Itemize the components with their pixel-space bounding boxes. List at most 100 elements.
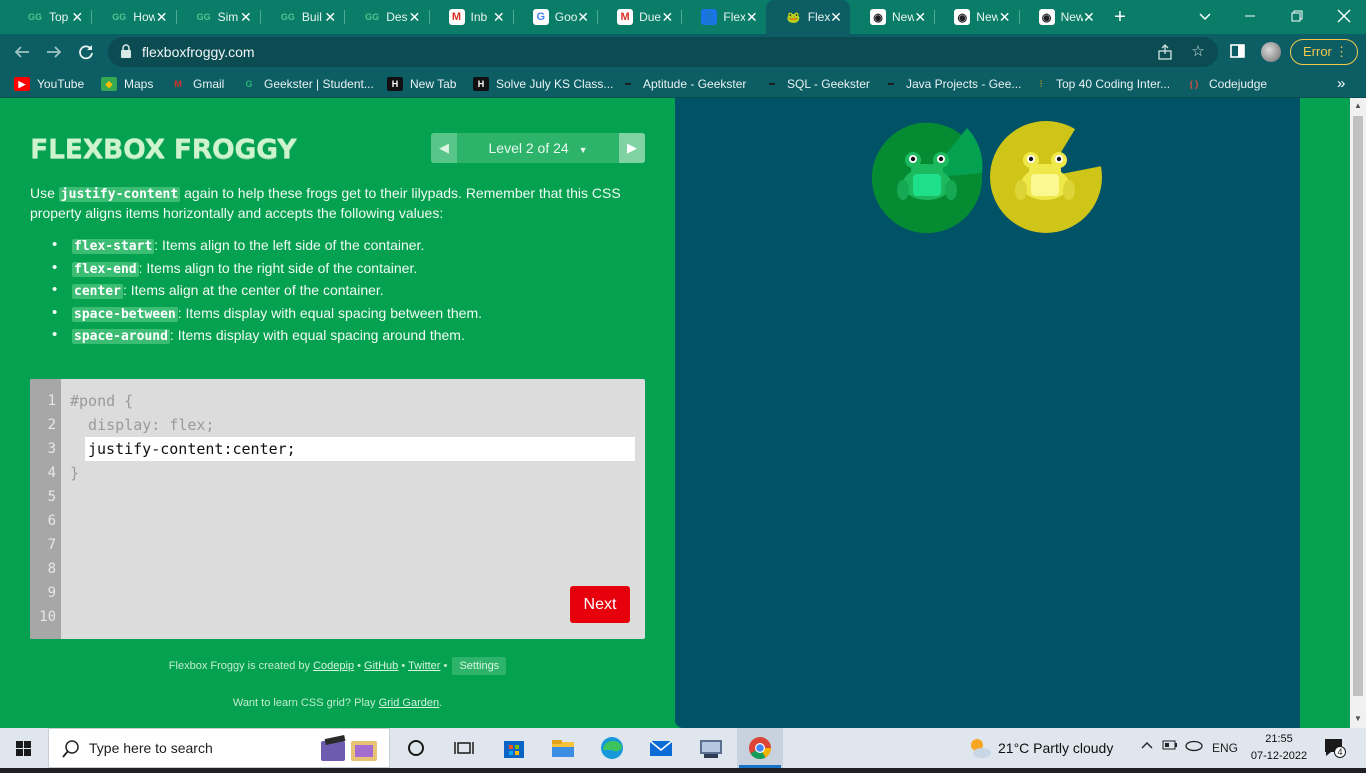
value-keyword: center [72,284,123,299]
browser-tab[interactable]: GG Sim ✕ [176,0,260,34]
grid-garden-link[interactable]: Grid Garden [379,697,440,709]
bookmark-item[interactable]: ▶ YouTube [14,70,84,98]
bookmark-item[interactable]: ( ) Codejudge [1186,70,1267,98]
bookmark-item[interactable]: ⫶ Top 40 Coding Inter... [1033,70,1170,98]
edge-icon[interactable] [598,734,626,762]
geeksforgeeks-icon: GG [27,12,42,22]
page-scrollbar[interactable]: ▲ ▼ [1350,98,1366,728]
forward-button[interactable] [42,40,66,64]
bookmark-item[interactable]: ━ Java Projects - Gee... [883,70,1021,98]
share-icon[interactable] [1156,43,1174,61]
codejudge-icon: ( ) [1189,79,1199,89]
url-text[interactable]: flexboxfroggy.com [142,44,255,60]
github-link[interactable]: GitHub [364,660,398,672]
close-tab-icon[interactable]: ✕ [1081,9,1097,25]
browser-tab[interactable]: ◉ New ✕ [934,0,1018,34]
line-number: 4 [47,465,56,481]
address-bar[interactable]: flexboxfroggy.com ☆ [108,37,1218,67]
browser-tab[interactable]: GG Des ✕ [344,0,428,34]
profile-avatar[interactable] [1261,42,1281,62]
bookmark-item[interactable]: H New Tab [387,70,456,98]
browser-tab[interactable]: M Due ✕ [597,0,681,34]
browser-tab[interactable]: ◉ New ✕ [850,0,934,34]
mail-icon[interactable] [647,734,675,762]
restore-button[interactable] [1287,7,1307,25]
tab-title: Due [639,10,662,24]
scroll-thumb[interactable] [1353,116,1363,696]
browser-tab[interactable]: GG Buil ✕ [260,0,344,34]
close-tab-icon[interactable]: ✕ [659,9,675,25]
bookmark-label: Solve July KS Class... [496,77,614,91]
bookmark-star-icon[interactable]: ☆ [1189,43,1207,61]
twitter-link[interactable]: Twitter [408,660,440,672]
chrome-icon: ◉ [870,9,886,25]
css-code-input[interactable] [85,437,635,461]
bookmark-item[interactable]: ◆ Maps [101,70,153,98]
minimize-button[interactable] [1240,8,1260,24]
close-tab-icon[interactable]: ✕ [322,9,338,25]
clock[interactable]: 21:55 07-12-2022 [1248,731,1310,765]
start-button[interactable] [0,728,48,768]
cortana-icon[interactable] [402,734,430,762]
close-tab-icon[interactable]: ✕ [238,9,254,25]
tab-search-chevron-icon[interactable] [1196,7,1214,25]
browser-tab[interactable]: GG Top ✕ [7,0,91,34]
chrome-icon[interactable] [746,734,774,762]
close-tab-icon[interactable]: ✕ [575,9,591,25]
scroll-down-icon[interactable]: ▼ [1353,714,1363,724]
browser-tab[interactable]: GG How ✕ [91,0,175,34]
credits-footer: Flexbox Froggy is created by Codepip • G… [0,657,675,675]
search-icon [62,740,79,758]
microsoft-store-icon[interactable] [500,734,528,762]
frog-icon: 🐸 [785,9,802,25]
close-tab-icon[interactable]: ✕ [744,9,760,25]
bookmark-item[interactable]: M Gmail [170,70,224,98]
browser-tab[interactable]: 👤 Flex ✕ [681,0,765,34]
bookmark-item[interactable]: ━ SQL - Geekster [764,70,870,98]
browser-tab[interactable]: 🐸 Flex ✕ [765,0,850,34]
tab-separator [681,10,683,24]
onedrive-cloud-icon[interactable] [1185,738,1203,755]
close-tab-icon[interactable]: ✕ [828,9,844,25]
taskbar-search[interactable]: Type here to search [48,728,390,768]
side-panel-icon[interactable] [1230,43,1246,59]
settings-button[interactable]: Settings [452,657,507,675]
notification-center-button[interactable]: 4 [1322,736,1346,760]
language-indicator[interactable]: ENG [1212,741,1238,755]
level-indicator[interactable]: Level 2 of 24 ▼ [457,133,619,163]
browser-tab[interactable]: ◉ New ✕ [1019,0,1103,34]
close-tab-icon[interactable]: ✕ [912,9,928,25]
tray-chevron-icon[interactable] [1140,738,1154,755]
close-tab-icon[interactable]: ✕ [69,9,85,25]
close-tab-icon[interactable]: ✕ [406,9,422,25]
back-button[interactable] [10,40,34,64]
bookmark-item[interactable]: ━ Aptitude - Geekster [620,70,746,98]
next-button[interactable]: Next [570,586,630,623]
close-window-button[interactable] [1334,6,1354,26]
reload-button[interactable] [74,40,98,64]
close-tab-icon[interactable]: ✕ [997,9,1013,25]
more-bookmarks-button[interactable]: » [1337,75,1345,92]
previous-level-button[interactable]: ◀ [431,133,457,163]
bookmark-item[interactable]: G Geekster | Student... [241,70,373,98]
network-app-icon[interactable] [697,734,725,762]
browser-tab[interactable]: G Goo ✕ [513,0,597,34]
codepip-link[interactable]: Codepip [313,660,354,672]
instructions-pre: Use [30,185,59,201]
level-navigation: ◀ Level 2 of 24 ▼ ▶ [431,133,645,163]
reload-icon [79,45,93,60]
bookmark-label: YouTube [37,77,85,91]
battery-icon[interactable] [1162,738,1178,755]
youtube-icon: ▶ [14,77,30,91]
file-explorer-icon[interactable] [549,734,577,762]
close-tab-icon[interactable]: ✕ [154,9,170,25]
weather-widget[interactable]: 21°C Partly cloudy [966,728,1113,768]
scroll-up-icon[interactable]: ▲ [1353,101,1363,111]
browser-tab[interactable]: M Inb ✕ [429,0,513,34]
bookmark-item[interactable]: H Solve July KS Class... [473,70,613,98]
error-button[interactable]: Error ⋮ [1290,39,1358,65]
next-level-button[interactable]: ▶ [619,133,645,163]
new-tab-button[interactable]: + [1109,6,1131,28]
close-tab-icon[interactable]: ✕ [491,9,507,25]
task-view-icon[interactable] [450,734,478,762]
